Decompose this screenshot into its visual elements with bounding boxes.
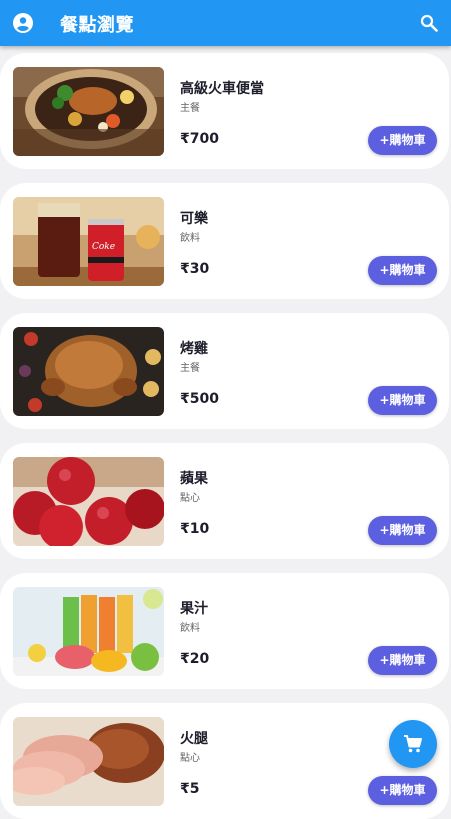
item-name: 火腿 (180, 731, 208, 747)
item-category: 主餐 (180, 363, 200, 374)
item-price: ₹700 (180, 131, 219, 147)
cart-fab[interactable] (389, 720, 437, 768)
food-image-ham (13, 717, 164, 806)
item-price: ₹500 (180, 391, 219, 407)
menu-item-card[interactable]: 蘋果 點心 ₹10 +購物車 (0, 443, 449, 559)
item-name: 果汁 (180, 601, 208, 617)
item-price: ₹5 (180, 781, 200, 797)
search-icon[interactable] (420, 14, 438, 32)
menu-item-card[interactable]: Coke 可樂 飲料 ₹30 +購物車 (0, 183, 449, 299)
app-bar: 餐點瀏覽 (0, 0, 451, 46)
svg-text:Coke: Coke (92, 242, 115, 252)
menu-item-card[interactable]: 火腿 點心 ₹5 +購物車 (0, 703, 449, 819)
add-to-cart-button[interactable]: +購物車 (368, 646, 437, 675)
item-name: 蘋果 (180, 471, 208, 487)
menu-item-card[interactable]: 果汁 飲料 ₹20 +購物車 (0, 573, 449, 689)
add-to-cart-button[interactable]: +購物車 (368, 386, 437, 415)
item-name: 可樂 (180, 211, 208, 227)
item-category: 主餐 (180, 103, 200, 114)
food-image-cola: Coke (13, 197, 164, 286)
item-name: 烤雞 (180, 341, 208, 357)
item-name: 高級火車便當 (180, 81, 264, 97)
item-category: 點心 (180, 753, 200, 764)
add-to-cart-button[interactable]: +購物車 (368, 126, 437, 155)
food-image-apples (13, 457, 164, 546)
menu-item-card[interactable]: 高級火車便當 主餐 ₹700 +購物車 (0, 53, 449, 169)
page-title: 餐點瀏覽 (60, 15, 134, 36)
add-to-cart-button[interactable]: +購物車 (368, 256, 437, 285)
food-image-bento (13, 67, 164, 156)
add-to-cart-button[interactable]: +購物車 (368, 516, 437, 545)
food-image-roast-chicken (13, 327, 164, 416)
item-price: ₹20 (180, 651, 210, 667)
shopping-cart-icon (404, 735, 422, 753)
item-price: ₹10 (180, 521, 210, 537)
menu-item-card[interactable]: 烤雞 主餐 ₹500 +購物車 (0, 313, 449, 429)
item-category: 飲料 (180, 623, 200, 634)
item-category: 飲料 (180, 233, 200, 244)
item-price: ₹30 (180, 261, 210, 277)
add-to-cart-button[interactable]: +購物車 (368, 776, 437, 805)
account-circle-icon[interactable] (13, 13, 33, 33)
food-image-juice (13, 587, 164, 676)
item-category: 點心 (180, 493, 200, 504)
